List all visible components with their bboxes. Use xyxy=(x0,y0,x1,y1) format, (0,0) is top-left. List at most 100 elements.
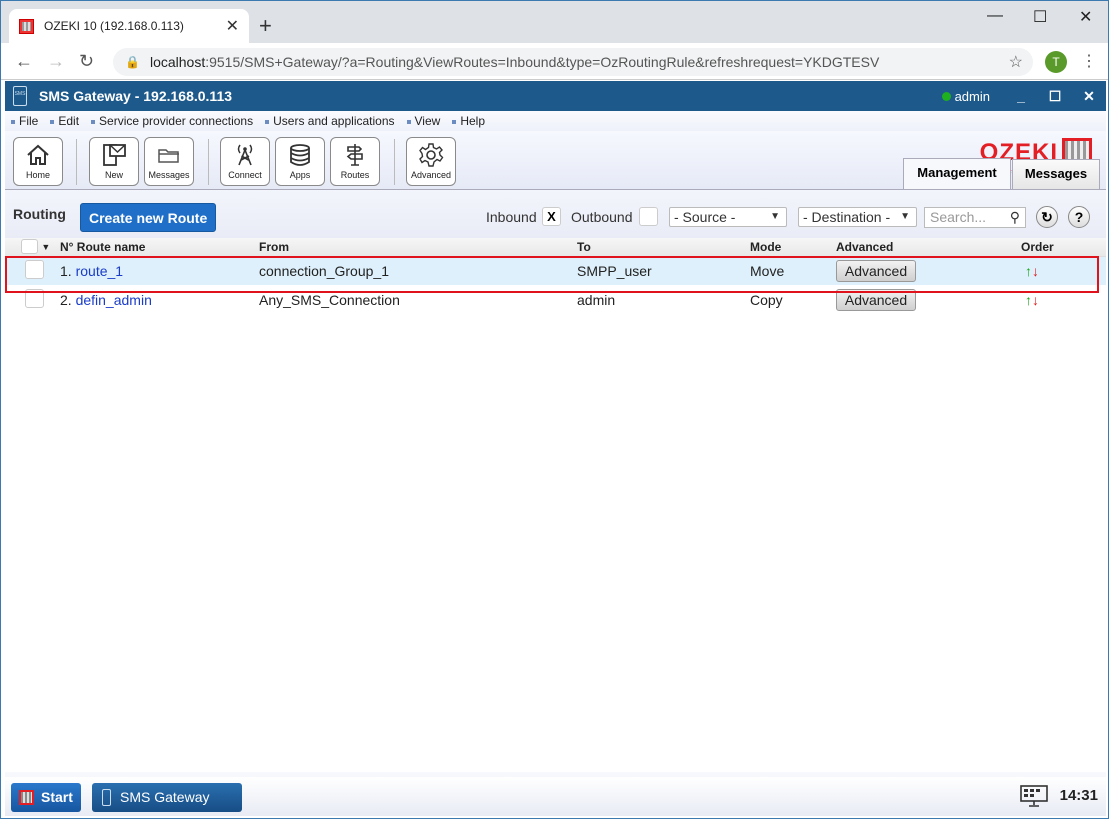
connect-button[interactable]: Connect xyxy=(220,137,270,186)
apps-button[interactable]: Apps xyxy=(275,137,325,186)
search-icon[interactable]: ⚲ xyxy=(1010,208,1020,227)
task-label: SMS Gateway xyxy=(120,789,210,805)
menu-service-provider-connections[interactable]: Service provider connections xyxy=(91,114,253,128)
close-window-icon[interactable]: ✕ xyxy=(1079,7,1092,27)
app-header: SMS SMS Gateway - 192.168.0.113 admin _ … xyxy=(5,81,1106,111)
outbound-checkbox[interactable] xyxy=(639,207,658,226)
back-icon[interactable]: ← xyxy=(15,51,33,72)
move-down-icon[interactable]: ↓ xyxy=(1032,292,1039,308)
row-number: 2. xyxy=(60,291,72,308)
app-close-icon[interactable]: ✕ xyxy=(1072,88,1106,105)
advanced-button[interactable]: Advanced xyxy=(836,259,916,282)
routes-button[interactable]: Routes xyxy=(330,137,380,186)
toolbar-separator xyxy=(208,139,209,185)
menu-file[interactable]: File xyxy=(11,114,38,128)
row-checkbox[interactable] xyxy=(25,288,44,308)
start-button[interactable]: Start xyxy=(11,783,81,812)
route-to: admin xyxy=(577,291,616,308)
refresh-icon[interactable]: ↻ xyxy=(1036,206,1058,228)
col-from[interactable]: From xyxy=(259,238,577,257)
move-up-icon[interactable]: ↑ xyxy=(1025,292,1032,308)
clock: 14:31 xyxy=(1059,787,1098,804)
move-up-icon[interactable]: ↑ xyxy=(1025,263,1032,279)
col-to[interactable]: To xyxy=(577,238,750,257)
reload-icon[interactable]: ↻ xyxy=(79,51,94,72)
new-button[interactable]: New xyxy=(89,137,139,186)
folder-icon xyxy=(158,149,179,163)
new-tab-icon[interactable]: + xyxy=(259,13,272,39)
routes-table: ▼ N° Route name From To Mode Advanced Or… xyxy=(5,238,1106,314)
destination-select[interactable]: - Destination - ▼ xyxy=(798,207,917,227)
routing-controls: Routing Create new Route Inbound X Outbo… xyxy=(5,190,1106,238)
select-all-header: ▼ xyxy=(5,238,60,257)
menu-users-and-applications[interactable]: Users and applications xyxy=(265,114,394,128)
move-down-icon[interactable]: ↓ xyxy=(1032,263,1039,279)
col-route-name[interactable]: N° Route name xyxy=(60,238,259,257)
source-select-value: - Source - xyxy=(674,209,736,225)
route-name-link[interactable]: route_1 xyxy=(76,263,123,279)
source-select[interactable]: - Source - ▼ xyxy=(669,207,787,227)
menu-help[interactable]: Help xyxy=(452,114,485,128)
col-order: Order xyxy=(1021,238,1106,257)
forward-icon[interactable]: → xyxy=(47,51,65,72)
sms-phone-icon: SMS xyxy=(13,86,27,106)
bookmark-star-icon[interactable]: ☆ xyxy=(1009,52,1023,72)
table-row[interactable]: 1. route_1 connection_Group_1 SMPP_user … xyxy=(5,256,1106,285)
minimize-icon[interactable]: — xyxy=(987,7,1003,25)
search-input[interactable]: Search... ⚲ xyxy=(924,207,1026,228)
sms-phone-icon xyxy=(102,789,111,806)
url-field[interactable]: 🔒 localhost:9515/SMS+Gateway/?a=Routing&… xyxy=(113,48,1033,76)
messages-button[interactable]: Messages xyxy=(144,137,194,186)
close-tab-icon[interactable]: ✕ xyxy=(226,16,239,36)
profile-avatar[interactable]: T xyxy=(1045,51,1067,73)
tab-messages[interactable]: Messages xyxy=(1012,159,1100,189)
browser-window: OZEKI 10 (192.168.0.113) ✕ + — ☐ ✕ ← → ↻… xyxy=(0,0,1109,819)
table-row[interactable]: 2. defin_admin Any_SMS_Connection admin … xyxy=(5,285,1106,314)
address-bar: ← → ↻ 🔒 localhost:9515/SMS+Gateway/?a=Ro… xyxy=(1,43,1108,80)
messages-label: Messages xyxy=(148,170,190,180)
browser-menu-icon[interactable]: ⋮ xyxy=(1081,51,1097,71)
select-all-checkbox[interactable] xyxy=(21,239,38,255)
ozeki-favicon-icon xyxy=(19,18,34,34)
browser-tab[interactable]: OZEKI 10 (192.168.0.113) ✕ xyxy=(9,9,249,43)
route-name-link[interactable]: defin_admin xyxy=(76,292,152,308)
desktop-monitor-icon[interactable] xyxy=(1020,785,1048,807)
chevron-down-icon: ▼ xyxy=(900,211,910,222)
col-mode[interactable]: Mode xyxy=(750,238,836,257)
home-button[interactable]: Home xyxy=(13,137,63,186)
app-minimize-icon[interactable]: _ xyxy=(1004,88,1038,104)
new-message-icon xyxy=(103,144,126,166)
routing-label: Routing xyxy=(13,206,66,222)
row-number: 1. xyxy=(60,262,72,279)
routes-label: Routes xyxy=(340,170,370,180)
inbound-checkbox[interactable]: X xyxy=(542,207,561,226)
advanced-label: Advanced xyxy=(410,170,452,180)
advanced-button[interactable]: Advanced xyxy=(836,288,916,311)
row-checkbox[interactable] xyxy=(25,259,44,279)
taskbar-sms-gateway[interactable]: SMS Gateway xyxy=(92,783,242,812)
start-label: Start xyxy=(41,789,73,805)
tab-bar: OZEKI 10 (192.168.0.113) ✕ + — ☐ ✕ xyxy=(1,1,1108,43)
online-status-icon xyxy=(941,91,951,101)
help-icon[interactable]: ? xyxy=(1068,206,1090,228)
col-advanced: Advanced xyxy=(836,238,1021,257)
toolbar: Home New Messages Connect Apps Routes Ad… xyxy=(5,131,1106,190)
route-mode: Move xyxy=(750,262,785,279)
home-label: Home xyxy=(25,170,50,180)
url-path: :9515/SMS+Gateway/?a=Routing&ViewRoutes=… xyxy=(205,54,880,70)
lock-icon: 🔒 xyxy=(125,55,140,69)
toolbar-separator xyxy=(394,139,395,185)
create-new-route-button[interactable]: Create new Route xyxy=(80,203,217,232)
menu-edit[interactable]: Edit xyxy=(50,114,79,128)
signpost-icon xyxy=(346,144,363,166)
maximize-icon[interactable]: ☐ xyxy=(1033,7,1047,27)
select-dropdown-icon[interactable]: ▼ xyxy=(41,242,50,252)
app-maximize-icon[interactable]: ☐ xyxy=(1038,88,1072,105)
antenna-icon xyxy=(237,144,253,166)
advanced-toolbar-button[interactable]: Advanced xyxy=(406,137,456,186)
user-name[interactable]: admin xyxy=(955,89,990,104)
tab-management[interactable]: Management xyxy=(903,158,1011,190)
tab-title: OZEKI 10 (192.168.0.113) xyxy=(44,19,184,33)
menu-view[interactable]: View xyxy=(407,114,441,128)
new-label: New xyxy=(104,170,123,180)
